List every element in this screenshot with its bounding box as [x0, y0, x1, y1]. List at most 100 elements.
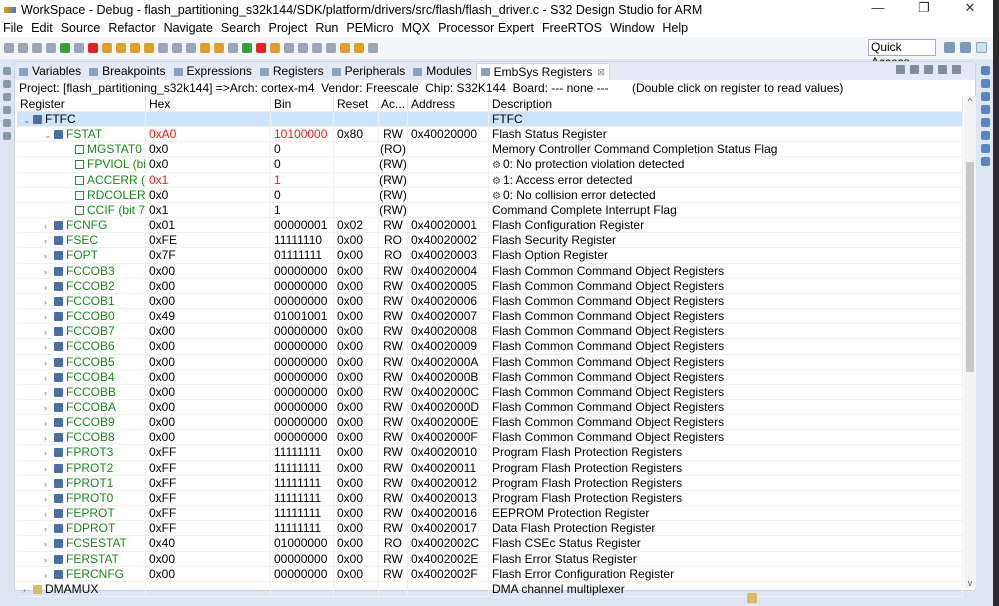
table-row[interactable]: › FCCOB8 0x00 00000000 0x00 RW 0x4002000F Flash…	[17, 430, 963, 446]
close-button[interactable]: ✕	[947, 0, 993, 16]
tab-variables[interactable]: Variables	[15, 63, 85, 80]
table-row[interactable]: ⌄ FTFC FTFC	[17, 112, 963, 128]
outline-icon[interactable]	[3, 132, 11, 140]
table-row[interactable]: › FERCNFG 0x00 00000000 0x00 RW 0x4002002F Flas…	[17, 566, 963, 582]
toolbar-button-icon[interactable]	[60, 43, 70, 53]
table-row[interactable]: › FDPROT 0xFF 11111111 0x00 RW 0x40020017 Data …	[17, 521, 963, 537]
table-row[interactable]: › FCCOB1 0x00 00000000 0x00 RW 0x40020006 Flash…	[17, 293, 963, 310]
minimize-button[interactable]: —	[855, 0, 901, 16]
toolbar-button-icon[interactable]	[228, 43, 238, 53]
menu-processor-expert[interactable]: Processor Expert	[438, 21, 534, 35]
table-row[interactable]: › DMAMUX DMA channel multiplexer	[17, 581, 963, 597]
tools-icon[interactable]	[910, 65, 919, 74]
chevron-right-icon[interactable]: ›	[44, 310, 54, 323]
toolbar-button-icon[interactable]	[270, 43, 280, 53]
tab-breakpoints[interactable]: Breakpoints	[85, 63, 169, 80]
chevron-right-icon[interactable]: ›	[23, 583, 33, 596]
toolbar-button-icon[interactable]	[284, 43, 294, 53]
terminal-icon[interactable]	[981, 157, 990, 166]
toolbar-button-icon[interactable]	[4, 43, 14, 53]
scroll-up-icon[interactable]: ^	[964, 96, 976, 106]
chevron-right-icon[interactable]: ›	[44, 401, 54, 414]
toolbar-button-icon[interactable]	[102, 43, 112, 53]
chevron-right-icon[interactable]: ›	[44, 537, 54, 550]
quick-access-input[interactable]: Quick Access	[868, 39, 936, 69]
toolbar-button-icon[interactable]	[88, 43, 98, 53]
chevron-right-icon[interactable]: ›	[44, 340, 54, 353]
table-row[interactable]: › FPROT2 0xFF 11111111 0x00 RW 0x40020011 Progr…	[17, 460, 963, 476]
chevron-right-icon[interactable]: ›	[44, 522, 54, 535]
table-row[interactable]: › FCCOB3 0x00 00000000 0x00 RW 0x40020004 Flash…	[17, 263, 963, 279]
table-row[interactable]: › FSEC 0xFE 11111110 0x00 RO 0x40020002 Flash S…	[17, 233, 963, 249]
toolbar-button-icon[interactable]	[312, 43, 322, 53]
tab-registers[interactable]: Registers	[256, 63, 328, 80]
column-header-3[interactable]: Reset	[334, 96, 379, 111]
toolbar-button-icon[interactable]	[340, 43, 350, 53]
status-bar-icon[interactable]	[747, 593, 757, 603]
table-row[interactable]: › FCCOB4 0x00 00000000 0x00 RW 0x4002000B Flash…	[17, 369, 963, 385]
table-row[interactable]: › FPROT1 0xFF 11111111 0x00 RW 0x40020012 Progr…	[17, 475, 963, 491]
outline-icon[interactable]	[981, 79, 990, 88]
tab-modules[interactable]: Modules	[409, 63, 475, 80]
project-icon[interactable]	[3, 106, 11, 114]
chevron-right-icon[interactable]: ›	[44, 386, 54, 399]
tab-expressions[interactable]: Expressions	[170, 63, 256, 80]
chevron-right-icon[interactable]: ›	[44, 477, 54, 490]
table-row[interactable]: › FCCOBB 0x00 00000000 0x00 RW 0x4002000C Flash…	[17, 384, 963, 400]
menu-help[interactable]: Help	[662, 21, 688, 35]
table-row[interactable]: › FERSTAT 0x00 00000000 0x00 RW 0x4002002E Flas…	[17, 551, 963, 567]
chevron-right-icon[interactable]: ›	[44, 234, 54, 247]
column-header-6[interactable]: Description	[489, 96, 963, 111]
table-row[interactable]: › FCNFG 0x01 00000001 0x02 RW 0x40020001 Flash …	[17, 218, 963, 234]
restore-button[interactable]: ❐	[901, 0, 947, 16]
menu-source[interactable]: Source	[61, 21, 101, 35]
info-icon[interactable]	[981, 144, 990, 153]
table-row[interactable]: › FCCOB2 0x00 00000000 0x00 RW 0x40020005 Flash…	[17, 278, 963, 294]
chevron-right-icon[interactable]: ›	[44, 371, 54, 384]
scroll-down-icon[interactable]: v	[964, 578, 976, 588]
table-row[interactable]: › FCCOB9 0x00 00000000 0x00 RW 0x4002000E Flash…	[17, 415, 963, 431]
menu-refactor[interactable]: Refactor	[108, 21, 155, 35]
table-row[interactable]: › FEPROT 0xFF 11111111 0x00 RW 0x40020016 EEPRO…	[17, 506, 963, 522]
toolbar-button-icon[interactable]	[326, 43, 336, 53]
column-header-2[interactable]: Bin	[271, 96, 334, 111]
menu-freertos[interactable]: FreeRTOS	[542, 21, 602, 35]
toolbar-button-icon[interactable]	[368, 43, 378, 53]
table-row[interactable]: ACCERR (bit 5)0x1 1 (RW) ⚙1: Access error d…	[17, 172, 963, 188]
menu-run[interactable]: Run	[315, 21, 338, 35]
toolbar-button-icon[interactable]	[354, 43, 364, 53]
chevron-right-icon[interactable]: ›	[44, 462, 54, 475]
table-row[interactable]: › FCCOB5 0x00 00000000 0x00 RW 0x4002000A Flash…	[17, 354, 963, 370]
console-icon[interactable]	[981, 105, 990, 114]
restore-icon[interactable]	[981, 92, 990, 101]
menu-navigate[interactable]: Navigate	[164, 21, 213, 35]
table-row[interactable]: › FCCOBA 0x00 00000000 0x00 RW 0x4002000D Flash…	[17, 399, 963, 416]
chevron-right-icon[interactable]: ›	[44, 249, 54, 262]
chevron-right-icon[interactable]: ›	[44, 280, 54, 293]
chevron-right-icon[interactable]: ›	[44, 431, 54, 444]
chevron-right-icon[interactable]: ›	[44, 553, 54, 566]
tab-embsys-registers[interactable]: EmbSys Registers ⊠	[475, 63, 610, 80]
chevron-right-icon[interactable]: ›	[44, 325, 54, 338]
table-row[interactable]: FPVIOL (bit 4)0x0 0 (RW) ⚙0: No protection …	[17, 157, 963, 173]
toolbar-button-icon[interactable]	[200, 43, 210, 53]
column-header-4[interactable]: Ac...	[379, 96, 408, 111]
restore-icon[interactable]	[3, 119, 11, 127]
chevron-right-icon[interactable]: ›	[44, 356, 54, 369]
chevron-down-icon[interactable]: ⌄	[44, 128, 54, 141]
menu-project[interactable]: Project	[269, 21, 308, 35]
table-row[interactable]: MGSTAT0 (bit 0) 0x0 0 (RO) Memory Controller…	[17, 142, 963, 158]
debug-icon[interactable]	[981, 118, 990, 127]
table-row[interactable]: › FOPT 0x7F 01111111 0x00 RO 0x40020003 Flash O…	[17, 248, 963, 264]
scrollbar-thumb[interactable]	[966, 162, 974, 372]
table-row[interactable]: › FPROT0 0xFF 11111111 0x00 RW 0x40020013 Progr…	[17, 490, 963, 507]
toolbar-button-icon[interactable]	[18, 43, 28, 53]
notes-icon[interactable]	[924, 65, 933, 74]
menu-pemicro[interactable]: PEMicro	[346, 21, 393, 35]
maximize-view-icon[interactable]	[952, 65, 961, 74]
chevron-right-icon[interactable]: ›	[44, 507, 54, 520]
tab-peripherals[interactable]: Peripherals	[328, 63, 410, 80]
column-header-5[interactable]: Address	[408, 96, 489, 111]
layout-icon[interactable]	[896, 65, 905, 74]
restore-icon[interactable]	[3, 67, 11, 75]
